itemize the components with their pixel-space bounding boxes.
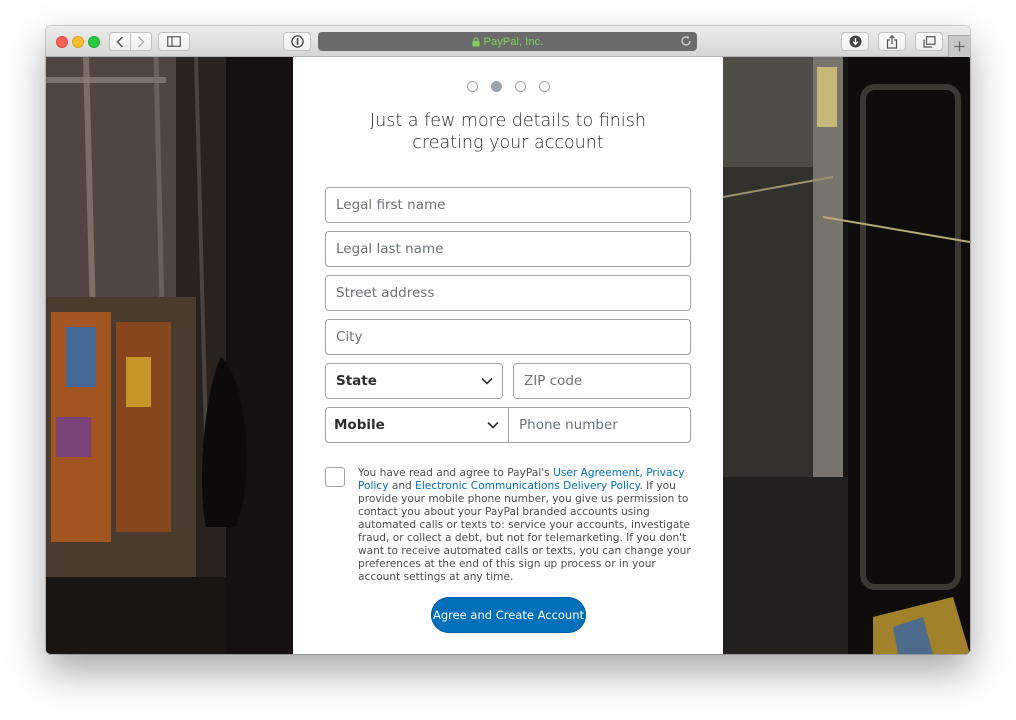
last-name-placeholder: Legal last name [336,241,444,257]
lock-icon [472,36,480,46]
chevron-right-icon [137,35,145,48]
step-indicator [293,81,723,92]
page-title: Just a few more details to finish creati… [370,111,646,153]
legal-agreement-text: You have read and agree to PayPal's User… [358,467,693,584]
tabs-icon [922,35,936,48]
city-placeholder: City [336,329,363,345]
address-site-name: PayPal, Inc. [483,35,544,48]
first-name-field[interactable]: Legal first name [325,187,691,223]
legal-prefix: You have read and agree to PayPal's [358,467,554,479]
sidebar-button[interactable] [158,32,190,51]
reload-icon[interactable] [680,35,692,47]
legal-body: . If you provide your mobile phone numbe… [358,480,691,583]
phone-type-select[interactable]: Mobile [326,408,509,442]
browser-toolbar: PayPal, Inc. [46,26,970,57]
step-dot [490,81,502,92]
signup-panel: Just a few more details to finish creati… [293,57,723,654]
phone-number-field[interactable]: Phone number [509,408,618,442]
back-button[interactable] [109,32,131,51]
city-field[interactable]: City [325,319,691,355]
share-icon [886,34,898,49]
phone-number-placeholder: Phone number [519,417,618,433]
download-icon [849,35,861,48]
street-address-placeholder: Street address [336,285,435,301]
step-dot [466,81,478,92]
chevron-down-icon [481,377,493,385]
user-agreement-link[interactable]: User Agreement [553,467,639,479]
maximize-window-button[interactable] [88,36,100,48]
show-tabs-button[interactable] [915,32,943,51]
background-photo-left [46,57,293,654]
step-dot [514,81,526,92]
zip-code-placeholder: ZIP code [524,373,583,389]
chevron-down-icon [487,417,499,433]
sidebar-icon [167,36,181,47]
legal-separator: and [388,480,416,492]
forward-button[interactable] [131,32,152,51]
agree-create-account-button[interactable]: Agree and Create Account [431,597,586,633]
minimize-window-button[interactable] [72,36,84,48]
page-viewport: Just a few more details to finish creati… [46,57,970,654]
agree-checkbox[interactable] [325,467,345,487]
browser-window: PayPal, Inc. Just a few more details to … [46,26,970,654]
last-name-field[interactable]: Legal last name [325,231,691,267]
zip-code-field[interactable]: ZIP code [513,363,691,399]
new-tab-button[interactable] [948,35,970,57]
ecdp-link[interactable]: Electronic Communications Delivery Polic… [415,480,639,492]
state-select-label: State [336,373,377,389]
bus-interior-photo [46,57,293,654]
state-select[interactable]: State [325,363,503,399]
first-name-placeholder: Legal first name [336,197,446,213]
step-dot [538,81,550,92]
street-address-field[interactable]: Street address [325,275,691,311]
reader-info-button[interactable] [283,32,311,51]
plus-icon [954,41,965,52]
reader-info-icon [290,35,304,48]
address-bar[interactable]: PayPal, Inc. [318,32,697,51]
close-window-button[interactable] [56,36,68,48]
phone-group: Mobile Phone number [325,407,691,443]
phone-type-label: Mobile [334,417,385,433]
share-button[interactable] [878,32,906,51]
chevron-left-icon [116,35,124,48]
background-photo-right [723,57,970,654]
downloads-button[interactable] [841,32,869,51]
bus-window-photo [723,57,970,654]
